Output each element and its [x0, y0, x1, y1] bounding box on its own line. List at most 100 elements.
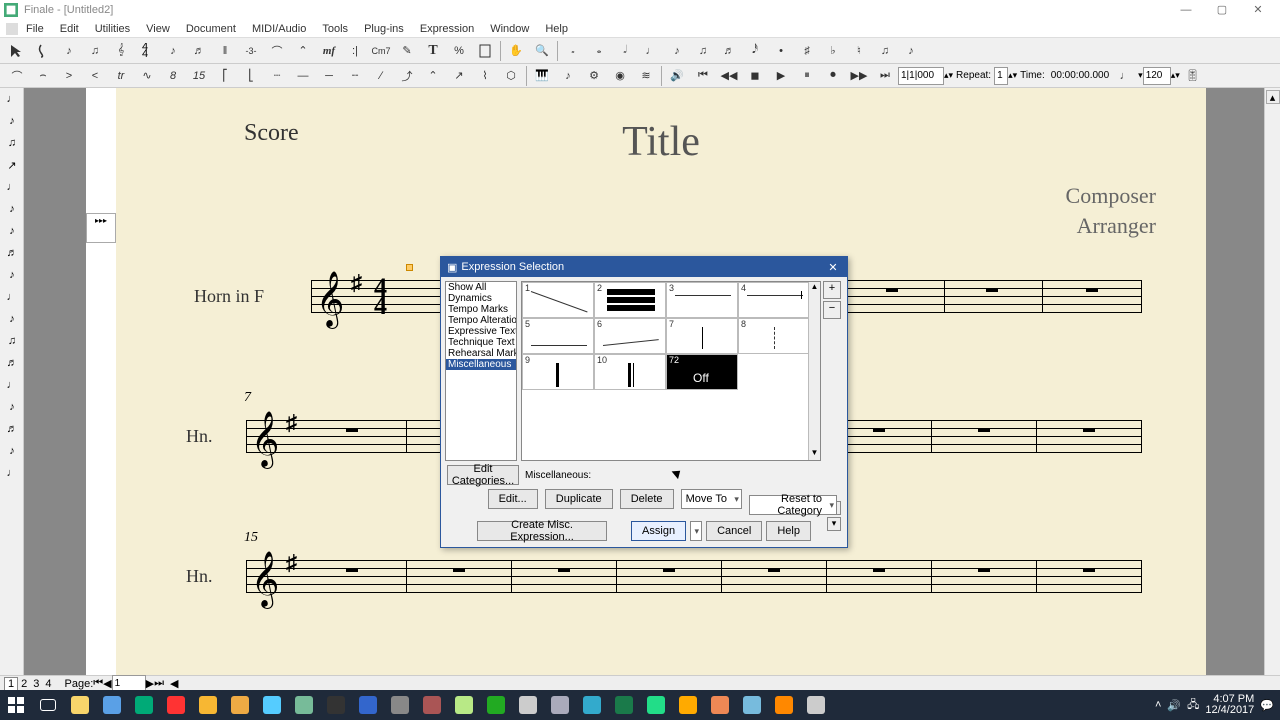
metronome-icon[interactable]: 🎚 — [1181, 65, 1205, 87]
hyperscribe-icon[interactable]: 𝄞 — [109, 40, 133, 62]
menu-tools[interactable]: Tools — [314, 21, 356, 37]
tb-app[interactable] — [416, 690, 448, 720]
mirror-icon[interactable]: ≋ — [634, 65, 658, 87]
tb-app[interactable] — [512, 690, 544, 720]
tray-clock[interactable]: 4:07 PM 12/4/2017 — [1205, 694, 1254, 716]
smartshape-icon[interactable]: ⌒ — [265, 40, 289, 62]
text-tool-icon[interactable]: T — [421, 40, 445, 62]
grid-cell-1[interactable]: 1 — [522, 282, 594, 318]
ossia-icon[interactable]: ◉ — [608, 65, 632, 87]
tb-app[interactable] — [288, 690, 320, 720]
hscroll-left[interactable]: ◀ — [170, 677, 178, 690]
line2-icon[interactable]: ─ — [317, 65, 341, 87]
right-scrollbar[interactable]: ▴ — [1264, 88, 1280, 675]
8va-icon[interactable]: 8 — [161, 65, 185, 87]
palette-item[interactable]: ♫ — [0, 330, 24, 352]
crescendo-icon[interactable]: < — [83, 65, 107, 87]
cat-dynamics[interactable]: Dynamics — [446, 293, 516, 304]
note4-icon[interactable]: ♩ — [639, 40, 663, 62]
zoom-out-button[interactable]: − — [823, 301, 841, 319]
palette-item[interactable]: ♩ — [0, 462, 24, 484]
gliss-icon[interactable]: ∕ — [369, 65, 393, 87]
nav-first[interactable]: ⏮ — [93, 677, 103, 690]
cat-expressive[interactable]: Expressive Text — [446, 326, 516, 337]
measure-tool-icon[interactable]: :| — [343, 40, 367, 62]
nav-last[interactable]: ⏭ — [154, 677, 164, 690]
score-title[interactable]: Title — [622, 118, 700, 166]
cat-misc[interactable]: Miscellaneous — [446, 359, 516, 370]
custom-line-icon[interactable]: ⌇ — [473, 65, 497, 87]
shape-icon[interactable]: ⬡ — [499, 65, 523, 87]
note5-icon[interactable]: ♪ — [665, 40, 689, 62]
tb-app[interactable] — [224, 690, 256, 720]
tb-app[interactable] — [480, 690, 512, 720]
menu-edit[interactable]: Edit — [52, 21, 87, 37]
score-canvas[interactable]: ▸▸▸ Score Title Composer Arranger Horn i… — [24, 88, 1264, 675]
trill-icon[interactable]: tr — [109, 65, 133, 87]
nav-prev[interactable]: ◀ — [103, 677, 111, 690]
tb-app[interactable] — [576, 690, 608, 720]
note-icon[interactable]: ♬ — [187, 40, 211, 62]
bend-icon[interactable]: ⤴ — [395, 65, 419, 87]
dashed-slur-icon[interactable]: ⌢ — [31, 65, 55, 87]
tempo-icon[interactable]: ♩ — [1113, 65, 1137, 87]
hand-grabber-icon[interactable]: ✋ — [504, 40, 528, 62]
reset-dropdown[interactable]: Reset to Category — [749, 495, 837, 515]
tb-app[interactable] — [448, 690, 480, 720]
page-layout-icon[interactable] — [473, 40, 497, 62]
grid-cell-2[interactable]: 2 — [594, 282, 666, 318]
slur-icon[interactable]: ⌒ — [5, 65, 29, 87]
expression-handle[interactable] — [406, 264, 413, 271]
note-spacing-icon[interactable]: ♪ — [556, 65, 580, 87]
cat-tempo-alt[interactable]: Tempo Alterations — [446, 315, 516, 326]
tb-app[interactable] — [320, 690, 352, 720]
menu-window[interactable]: Window — [482, 21, 537, 37]
rewind-icon[interactable]: ◀◀ — [717, 65, 741, 87]
dialog-titlebar[interactable]: ▣ Expression Selection ✕ — [441, 257, 847, 277]
maximize-button[interactable]: ▢ — [1204, 0, 1240, 20]
forward-icon[interactable]: ▶▶ — [847, 65, 871, 87]
dot-icon[interactable]: • — [769, 40, 793, 62]
cat-rehearsal[interactable]: Rehearsal Marks — [446, 348, 516, 359]
composer-text[interactable]: Composer — [1066, 183, 1156, 209]
scroll-up[interactable]: ▴ — [1266, 90, 1280, 104]
stop-icon[interactable]: ◼ — [743, 65, 767, 87]
assign-dropdown[interactable] — [690, 521, 702, 541]
tb-app[interactable] — [160, 690, 192, 720]
menu-midi-audio[interactable]: MIDI/Audio — [244, 21, 314, 37]
natural-icon[interactable]: ♮ — [847, 40, 871, 62]
palette-item[interactable]: ♬ — [0, 242, 24, 264]
note3-icon[interactable]: 𝅗𝅥 — [613, 40, 637, 62]
cat-technique[interactable]: Technique Text — [446, 337, 516, 348]
selection-tool-icon[interactable] — [5, 40, 29, 62]
repeat-icon[interactable]: ‖ — [213, 40, 237, 62]
grace-icon[interactable]: ♪ — [899, 40, 923, 62]
flat-icon[interactable]: ♭ — [821, 40, 845, 62]
midi-icon[interactable]: 🎹 — [530, 65, 554, 87]
palette-item[interactable]: ♫ — [0, 132, 24, 154]
menu-utilities[interactable]: Utilities — [87, 21, 138, 37]
duplicate-button[interactable]: Duplicate — [545, 489, 613, 509]
cancel-button[interactable]: Cancel — [706, 521, 762, 541]
bracket2-icon[interactable]: ⎣ — [239, 65, 263, 87]
tb-app[interactable] — [352, 690, 384, 720]
grid-cell-4[interactable]: 4 — [738, 282, 810, 318]
minimize-button[interactable]: — — [1168, 0, 1204, 20]
speedy-entry-icon[interactable]: ♫ — [83, 40, 107, 62]
cat-tempo-marks[interactable]: Tempo Marks — [446, 304, 516, 315]
grid-cell-10[interactable]: 10 — [594, 354, 666, 390]
tb-app[interactable] — [544, 690, 576, 720]
menu-help[interactable]: Help — [537, 21, 576, 37]
zoom-tool-icon[interactable]: 🔍 — [530, 40, 554, 62]
category-list[interactable]: Show All Dynamics Tempo Marks Tempo Alte… — [445, 281, 517, 461]
grid-cell-9[interactable]: 9 — [522, 354, 594, 390]
close-button[interactable]: ✕ — [1240, 0, 1276, 20]
palette-item[interactable]: ♩ — [0, 374, 24, 396]
tray-up-icon[interactable]: ˄ — [1155, 699, 1161, 711]
nav-next[interactable]: ▶ — [146, 677, 154, 690]
tb-app[interactable] — [256, 690, 288, 720]
note2-icon[interactable]: 𝅝 — [587, 40, 611, 62]
zoom-in-button[interactable]: + — [823, 281, 841, 299]
sharp-icon[interactable]: ♯ — [795, 40, 819, 62]
tb-app[interactable] — [608, 690, 640, 720]
